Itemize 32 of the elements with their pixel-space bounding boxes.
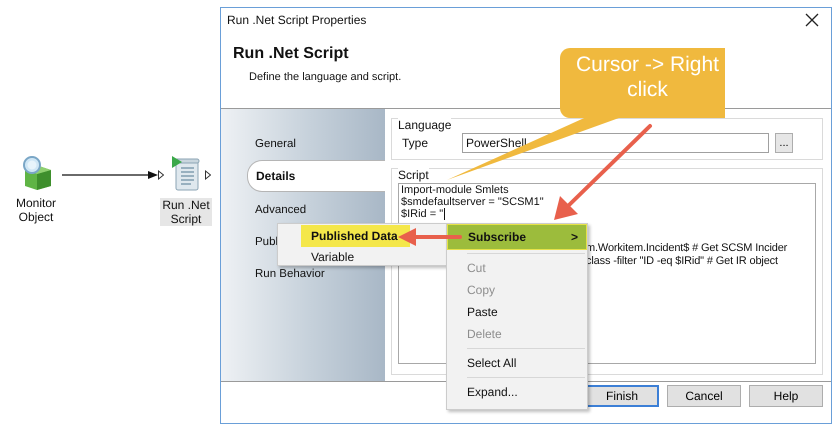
menu-item[interactable]: Subscribe > xyxy=(447,224,587,250)
node-label: Run .Net Script xyxy=(160,198,212,226)
sidebar-tab[interactable]: General xyxy=(255,128,296,160)
script-line: Import-module Smlets xyxy=(401,184,509,196)
sidebar-tab[interactable]: Details xyxy=(247,160,385,192)
type-field[interactable]: PowerShell xyxy=(462,133,769,153)
script-line: $smdefaultserver = "SCSM1" xyxy=(401,196,544,208)
text-cursor xyxy=(444,208,446,220)
browse-button[interactable]: ... xyxy=(775,133,793,153)
script-line: m.Workitem.Incident$ # Get SCSM Incider xyxy=(586,242,788,255)
node-label: Monitor Object xyxy=(14,196,57,224)
menu-item[interactable]: Variable xyxy=(301,247,366,265)
script-line: $IRid = " xyxy=(401,208,444,220)
dialog-button[interactable]: Cancel xyxy=(667,385,741,407)
window-title: Run .Net Script Properties xyxy=(227,13,366,27)
dialog-button[interactable]: Finish xyxy=(585,385,659,407)
group-label: Language xyxy=(398,118,452,132)
field-label: Type xyxy=(401,136,430,150)
pointer-arrow xyxy=(398,227,462,247)
menu-item[interactable]: Paste xyxy=(447,301,587,323)
dialog-subtitle: Define the language and script. xyxy=(249,71,402,83)
group-label: Script xyxy=(398,168,429,182)
script-icon xyxy=(170,156,202,192)
sidebar-tab[interactable]: Advanced xyxy=(255,194,306,226)
port-icon xyxy=(158,170,164,180)
menu-item[interactable]: Expand... xyxy=(447,381,587,403)
menu-item[interactable]: Published Data xyxy=(301,225,410,247)
dialog-button[interactable]: Help xyxy=(749,385,823,407)
port-icon xyxy=(205,170,211,180)
callout-text: Cursor -> Right click xyxy=(575,52,720,102)
dialog-heading: Run .Net Script xyxy=(233,45,350,63)
close-icon[interactable] xyxy=(805,13,819,27)
